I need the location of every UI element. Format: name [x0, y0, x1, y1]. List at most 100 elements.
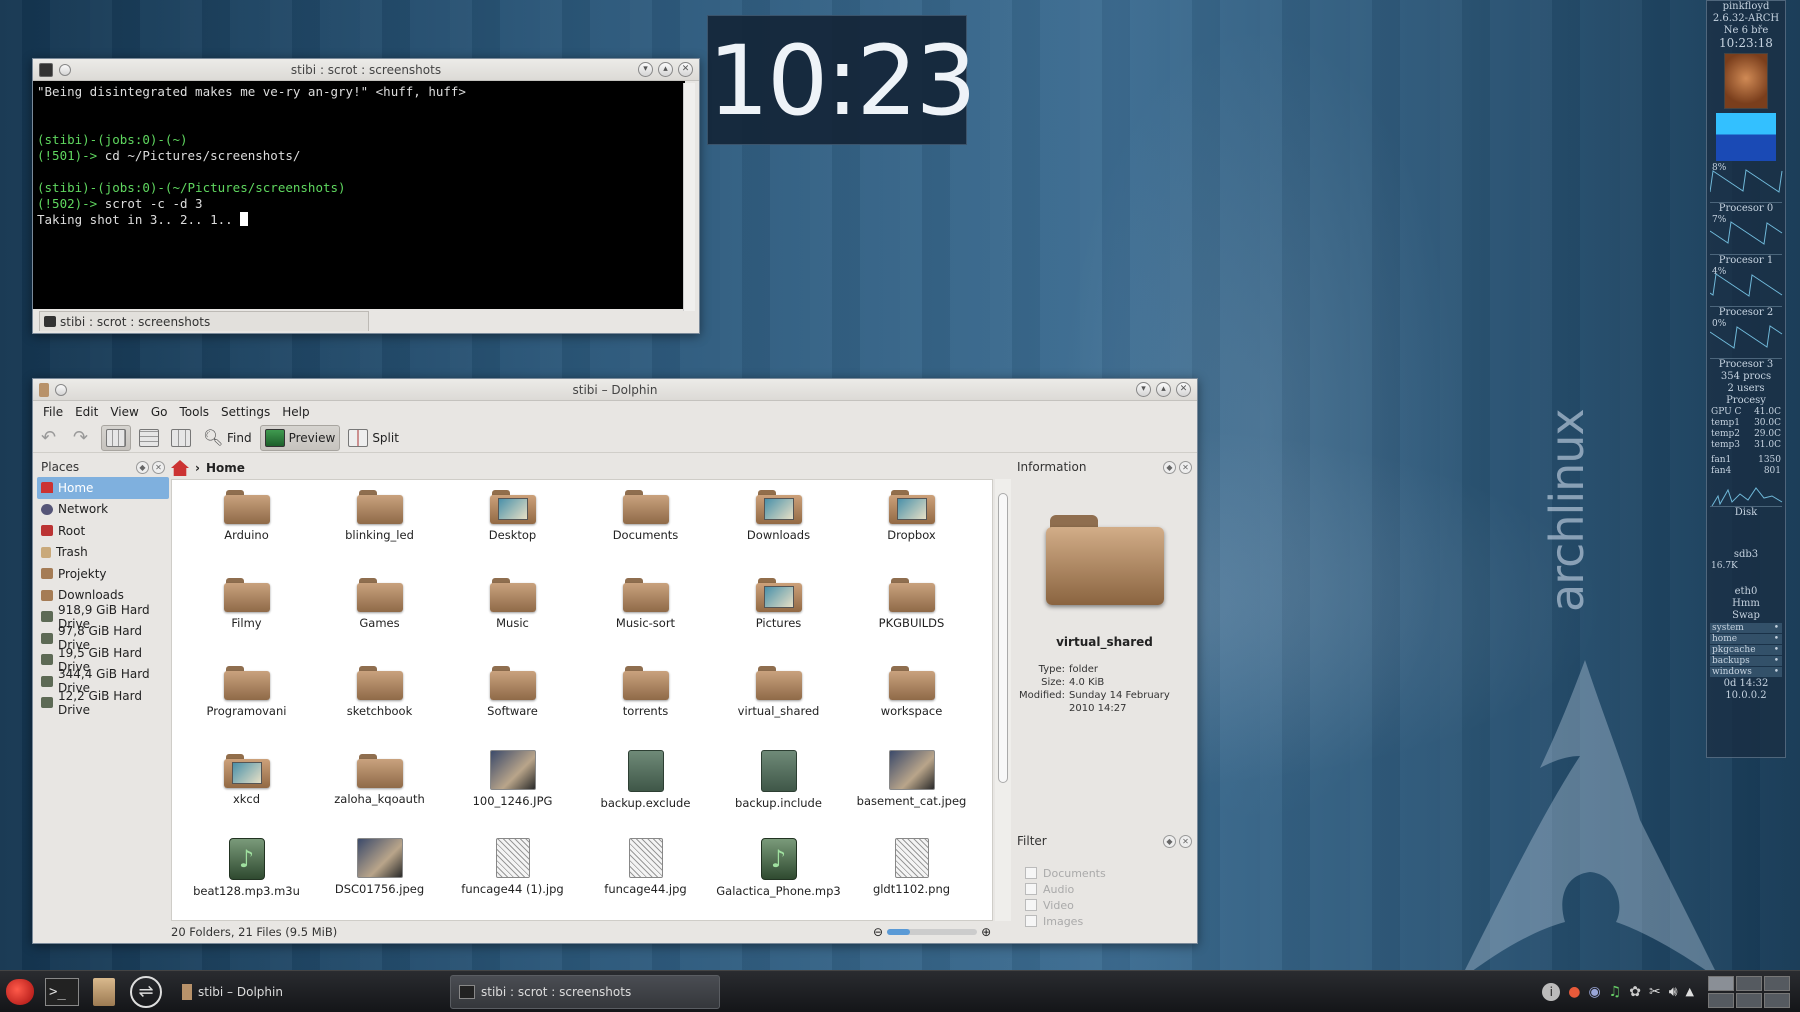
task-terminal[interactable]: stibi : scrot : screenshots	[450, 974, 720, 1009]
file-item[interactable]: backup.exclude	[579, 748, 712, 836]
zoom-slider[interactable]	[887, 929, 978, 935]
file-item[interactable]: blinking_led	[313, 484, 446, 572]
pager-desktop[interactable]	[1764, 975, 1790, 991]
terminal-output[interactable]: "Being disintegrated makes me ve-ry an-g…	[33, 81, 685, 309]
filter-images[interactable]: Images	[1013, 913, 1196, 929]
window-menu-icon[interactable]	[55, 383, 67, 396]
place-root[interactable]: Root	[37, 520, 169, 542]
menu-file[interactable]: File	[37, 405, 69, 419]
file-item[interactable]: backup.include	[712, 748, 845, 836]
file-item[interactable]: PKGBUILDS	[845, 572, 978, 660]
close-icon[interactable]: ✕	[678, 62, 693, 77]
file-item[interactable]: Games	[313, 572, 446, 660]
pager-desktop[interactable]	[1708, 992, 1734, 1008]
file-item[interactable]: Desktop	[446, 484, 579, 572]
split-button[interactable]: Split	[344, 425, 403, 451]
menu-go[interactable]: Go	[145, 405, 174, 419]
home-icon[interactable]	[171, 460, 189, 476]
details-view-button[interactable]	[135, 425, 163, 451]
file-view-scrollbar[interactable]	[995, 479, 1011, 921]
panel-float-icon[interactable]: ◆	[1163, 460, 1176, 474]
place-network[interactable]: Network	[37, 499, 169, 521]
place-drive[interactable]: 12,2 GiB Hard Drive	[37, 689, 169, 717]
panel-close-icon[interactable]: ✕	[1179, 460, 1192, 474]
info-icon[interactable]: i	[1542, 982, 1561, 1001]
panel-close-icon[interactable]: ✕	[1179, 834, 1192, 848]
checkbox[interactable]	[1025, 867, 1037, 879]
bug-icon[interactable]: ✿	[1629, 984, 1641, 1000]
music-player-icon[interactable]: ♫	[1609, 984, 1622, 1000]
file-item[interactable]: 100_1246.JPG	[446, 748, 579, 836]
file-item[interactable]: funcage44 (1).jpg	[446, 836, 579, 920]
file-item[interactable]: basement_cat.jpeg	[845, 748, 978, 836]
filter-audio[interactable]: Audio	[1013, 881, 1196, 897]
dolphin-titlebar[interactable]: stibi – Dolphin ▾ ▴ ✕	[33, 379, 1197, 401]
breadcrumb-home[interactable]: Home	[206, 461, 245, 475]
checkbox[interactable]	[1025, 915, 1037, 927]
maximize-icon[interactable]: ▴	[1156, 382, 1171, 397]
file-item[interactable]: workspace	[845, 660, 978, 748]
file-item[interactable]: sketchbook	[313, 660, 446, 748]
chevron-right-icon[interactable]: ›	[195, 461, 200, 475]
terminal-titlebar[interactable]: stibi : scrot : screenshots ▾ ▴ ✕	[33, 59, 699, 81]
file-item[interactable]: Music	[446, 572, 579, 660]
back-button[interactable]: ↶	[37, 425, 65, 451]
file-item[interactable]: Music-sort	[579, 572, 712, 660]
file-item[interactable]: gldt1102.png	[845, 836, 978, 920]
menu-edit[interactable]: Edit	[69, 405, 104, 419]
place-trash[interactable]: Trash	[37, 542, 169, 564]
usb-device-notifier[interactable]: ⇌	[124, 974, 168, 1010]
file-item[interactable]: Dropbox	[845, 484, 978, 572]
icons-view-button[interactable]	[101, 424, 131, 451]
file-item[interactable]: ♪ beat128.mp3.m3u	[180, 836, 313, 920]
file-item[interactable]: zaloha_kqoauth	[313, 748, 446, 836]
file-item[interactable]: virtual_shared	[712, 660, 845, 748]
scrollbar-handle[interactable]	[998, 493, 1008, 783]
file-view[interactable]: Arduino blinking_led Desktop Documents Downl…	[171, 479, 993, 921]
scissors-icon[interactable]: ✂	[1649, 984, 1661, 1000]
menu-help[interactable]: Help	[276, 405, 315, 419]
maximize-icon[interactable]: ▴	[658, 62, 673, 77]
panel-close-icon[interactable]: ✕	[152, 460, 165, 474]
file-item[interactable]: Software	[446, 660, 579, 748]
file-item[interactable]: funcage44.jpg	[579, 836, 712, 920]
volume-icon[interactable]: 🔊︎	[1669, 984, 1678, 1000]
columns-view-button[interactable]	[167, 425, 195, 451]
checkbox[interactable]	[1025, 899, 1037, 911]
menu-view[interactable]: View	[104, 405, 144, 419]
panel-float-icon[interactable]: ◆	[136, 460, 149, 474]
menu-settings[interactable]: Settings	[215, 405, 276, 419]
panel-float-icon[interactable]: ◆	[1163, 834, 1176, 848]
file-manager-launcher[interactable]	[84, 974, 124, 1010]
file-item[interactable]: Downloads	[712, 484, 845, 572]
window-menu-icon[interactable]	[59, 63, 71, 76]
file-item[interactable]: ♪ Galactica_Phone.mp3	[712, 836, 845, 920]
zoom-out-icon[interactable]: ⊖	[873, 925, 883, 939]
pager-desktop[interactable]	[1736, 992, 1762, 1008]
task-dolphin[interactable]: stibi – Dolphin	[174, 975, 444, 1009]
file-item[interactable]: Programovani	[180, 660, 313, 748]
pidgin-icon[interactable]: ◉	[1588, 984, 1600, 1000]
apple-icon[interactable]: ●	[1568, 984, 1580, 1000]
place-projekty[interactable]: Projekty	[37, 563, 169, 585]
filter-documents[interactable]: Documents	[1013, 865, 1196, 881]
terminal-launcher[interactable]: >_	[40, 974, 84, 1010]
pager-desktop[interactable]	[1764, 992, 1790, 1008]
pager-desktop[interactable]	[1708, 975, 1734, 991]
kickoff-menu-button[interactable]	[0, 974, 40, 1010]
chevron-up-icon[interactable]: ▲	[1686, 985, 1694, 998]
pager-desktop[interactable]	[1736, 975, 1762, 991]
file-item[interactable]: Arduino	[180, 484, 313, 572]
minimize-icon[interactable]: ▾	[1136, 382, 1151, 397]
file-item[interactable]: Documents	[579, 484, 712, 572]
zoom-in-icon[interactable]: ⊕	[981, 925, 991, 939]
checkbox[interactable]	[1025, 883, 1037, 895]
file-item[interactable]: DSC01756.jpeg	[313, 836, 446, 920]
preview-button[interactable]: Preview	[259, 424, 341, 451]
find-button[interactable]: 🔍︎ Find	[199, 425, 256, 451]
forward-button[interactable]: ↷	[69, 425, 97, 451]
terminal-scrollbar[interactable]	[683, 83, 695, 311]
file-item[interactable]: Pictures	[712, 572, 845, 660]
file-item[interactable]: xkcd	[180, 748, 313, 836]
terminal-tab[interactable]: stibi : scrot : screenshots	[39, 311, 369, 331]
